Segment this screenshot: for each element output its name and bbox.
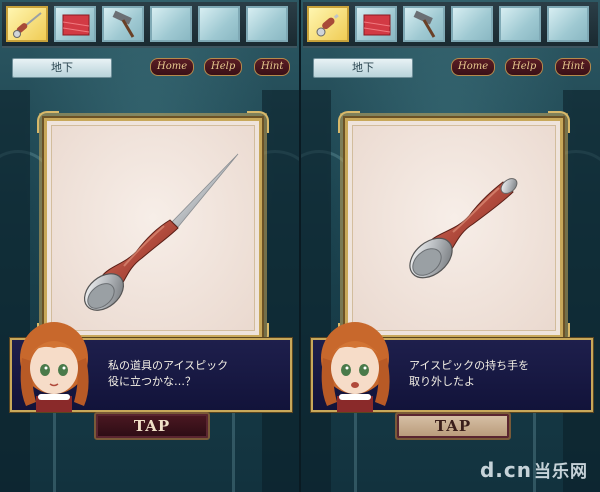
ice-pick-icon bbox=[316, 13, 339, 37]
dialog-line: 私の道具のアイスピック bbox=[108, 359, 229, 372]
help-button[interactable]: Help bbox=[204, 58, 243, 76]
hammer-icon bbox=[413, 10, 436, 38]
frame-ornament bbox=[338, 111, 360, 133]
hint-button[interactable]: Hint bbox=[254, 58, 291, 76]
tap-button[interactable]: TAP bbox=[395, 412, 511, 440]
item-view-background bbox=[352, 125, 556, 331]
background-pillar bbox=[563, 90, 600, 492]
hammer-icon bbox=[112, 10, 135, 38]
item-view-frame bbox=[338, 111, 570, 345]
character-portrait bbox=[321, 322, 390, 412]
game-screen-right: 地下 Home Help Hint アイスピックの持ち手を 取り外したよ TAP… bbox=[301, 0, 600, 492]
inventory-slot-hammer[interactable] bbox=[102, 6, 144, 42]
location-label: 地下 bbox=[313, 58, 413, 78]
inventory-slot-empty[interactable] bbox=[547, 6, 589, 42]
hint-button[interactable]: Hint bbox=[555, 58, 592, 76]
tap-button[interactable]: TAP bbox=[94, 412, 210, 440]
item-view-background bbox=[51, 125, 255, 331]
inventory-bar bbox=[2, 2, 297, 48]
watermark-text: d.cn bbox=[479, 458, 532, 482]
inventory-slot-empty[interactable] bbox=[451, 6, 493, 42]
dialog-line: 取り外したよ bbox=[409, 375, 475, 388]
dialog-line: アイスピックの持ち手を bbox=[409, 359, 530, 372]
red-cloth-icon bbox=[363, 14, 391, 36]
dialog-text: 私の道具のアイスピック 役に立つかな…？ bbox=[108, 358, 286, 390]
red-cloth-icon bbox=[62, 14, 90, 36]
home-button[interactable]: Home bbox=[150, 58, 195, 76]
frame-ornament bbox=[548, 111, 570, 133]
frame-ornament bbox=[37, 111, 59, 133]
item-view-frame bbox=[37, 111, 269, 345]
inventory-slot-red-cloth[interactable] bbox=[355, 6, 397, 42]
inventory-slot-empty[interactable] bbox=[150, 6, 192, 42]
inventory-slot-red-cloth[interactable] bbox=[54, 6, 96, 42]
inventory-slot-empty[interactable] bbox=[198, 6, 240, 42]
dialog-text: アイスピックの持ち手を 取り外したよ bbox=[409, 358, 587, 390]
inventory-slot-ice-pick[interactable] bbox=[307, 6, 349, 42]
location-label: 地下 bbox=[12, 58, 112, 78]
character-portrait bbox=[20, 322, 89, 412]
background-pillar bbox=[0, 90, 30, 492]
inventory-slot-empty[interactable] bbox=[499, 6, 541, 42]
inventory-bar bbox=[303, 2, 598, 48]
background-pillar bbox=[301, 90, 331, 492]
inventory-slot-hammer[interactable] bbox=[403, 6, 445, 42]
watermark-cn-text: 当乐网 bbox=[534, 462, 588, 482]
ice-pick-handle-image bbox=[409, 178, 518, 279]
frame-ornament bbox=[247, 111, 269, 133]
ice-pick-image bbox=[83, 153, 239, 311]
home-button[interactable]: Home bbox=[451, 58, 496, 76]
game-screen-left: 地下 Home Help Hint 私の道具のアイスピック 役に立つかな…？ T… bbox=[0, 0, 299, 492]
help-button[interactable]: Help bbox=[505, 58, 544, 76]
watermark: d.cn 当乐网 bbox=[480, 457, 588, 482]
inventory-slot-empty[interactable] bbox=[246, 6, 288, 42]
inventory-slot-ice-pick[interactable] bbox=[6, 6, 48, 42]
background-pillar bbox=[262, 90, 299, 492]
ice-pick-icon bbox=[13, 12, 42, 38]
dialog-line: 役に立つかな…？ bbox=[108, 375, 196, 388]
